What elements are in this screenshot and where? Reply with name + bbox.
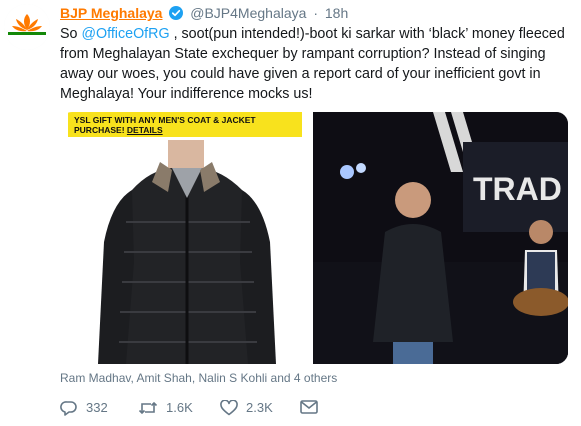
like-icon	[220, 400, 238, 416]
tweet-actions: 332 1.6K 2.3K	[60, 400, 360, 420]
separator-dot: ·	[313, 5, 318, 21]
timestamp[interactable]: 18h	[325, 5, 348, 21]
like-button[interactable]: 2.3K	[220, 400, 273, 416]
mention-link[interactable]: @OfficeOfRG	[81, 26, 169, 42]
user-handle[interactable]: @BJP4Meghalaya	[190, 5, 306, 21]
retweet-button[interactable]: 1.6K	[138, 400, 193, 416]
jacket-illustration	[98, 140, 276, 364]
like-count: 2.3K	[246, 400, 273, 415]
reply-count: 332	[86, 400, 108, 415]
reply-icon	[60, 401, 77, 416]
bjp-logo-icon	[4, 4, 50, 50]
avatar[interactable]	[4, 4, 50, 50]
verified-icon	[169, 6, 184, 24]
reply-button[interactable]: 332	[60, 400, 108, 416]
tweet-media[interactable]: YSL GIFT WITH ANY MEN'S COAT & JACKET PU…	[60, 112, 568, 364]
dm-button[interactable]	[300, 400, 318, 414]
dm-icon	[300, 400, 318, 414]
tweet-header: BJP Meghalaya @BJP4Meghalaya · 18h	[60, 4, 348, 22]
jacket-photo[interactable]: YSL GIFT WITH ANY MEN'S COAT & JACKET PU…	[60, 112, 311, 364]
stage-sign-text: TRAD	[473, 171, 562, 207]
display-name[interactable]: BJP Meghalaya	[60, 5, 162, 21]
tweet-text-prefix: So	[60, 26, 82, 42]
liked-by[interactable]: Ram Madhav, Amit Shah, Nalin S Kohli and…	[60, 371, 337, 385]
stage-photo[interactable]: TRAD	[313, 112, 568, 364]
retweet-count: 1.6K	[166, 400, 193, 415]
stage-illustration: TRAD	[313, 112, 568, 364]
retweet-icon	[138, 401, 158, 415]
tweet-text: So @OfficeOfRG , soot(pun intended!)-boo…	[60, 24, 570, 104]
